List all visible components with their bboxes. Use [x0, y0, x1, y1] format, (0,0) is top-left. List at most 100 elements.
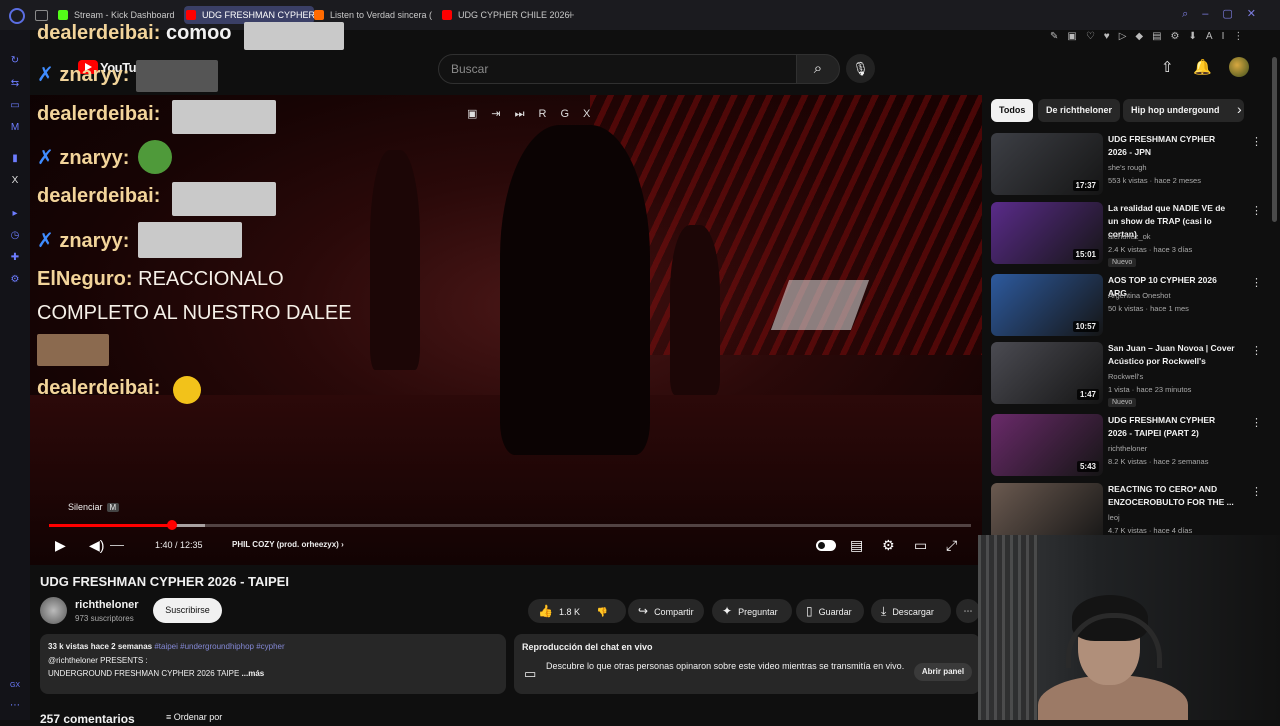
recommendation-item[interactable]: 10:57 AOS TOP 10 CYPHER 2026 ARG Argenti… — [991, 274, 1262, 338]
video-player[interactable] — [30, 95, 982, 565]
recommendation-channel[interactable]: alenunez_ok — [1108, 232, 1151, 241]
miniplayer-icon[interactable]: ▭ — [914, 537, 927, 554]
tab-udg-cypher-chile[interactable]: UDG CYPHER CHILE 2026 — [440, 6, 578, 24]
more-options-icon[interactable]: ⋮ — [1251, 204, 1262, 217]
recommendation-channel[interactable]: leoj — [1108, 513, 1120, 522]
more-options-icon[interactable]: ⋮ — [1251, 276, 1262, 289]
description-line: @richtheloner PRESENTS : — [48, 656, 148, 665]
recommendation-meta: 8.2 K vistas · hace 2 semanas — [1108, 457, 1209, 466]
like-count[interactable]: 1.8 K — [559, 607, 580, 617]
recommendation-item[interactable]: 5:43 UDG FRESHMAN CYPHER 2026 - TAIPEI (… — [991, 414, 1262, 478]
mail-icon[interactable]: M — [9, 122, 21, 134]
subtitles-icon[interactable]: ▤ — [850, 537, 863, 554]
history-icon[interactable]: ◷ — [9, 230, 21, 242]
voice-search-button[interactable]: 🎙 — [846, 54, 875, 83]
more-options-icon[interactable]: ⋮ — [1251, 416, 1262, 429]
upload-icon[interactable]: ⇧ — [1161, 58, 1174, 76]
volume-slider[interactable]: — — [110, 536, 124, 552]
open-panel-button[interactable]: Abrir panel — [914, 663, 972, 681]
workspaces-icon[interactable] — [35, 10, 48, 21]
comment-count: 257 comentarios — [40, 712, 135, 726]
subscribe-button[interactable]: Suscribirse — [153, 598, 222, 623]
overlay-chat-line: ✗ znaryy: — [37, 147, 130, 169]
download-button[interactable]: ⤓ Descargar — [871, 599, 951, 623]
settings-icon[interactable]: ⚙ — [9, 274, 21, 286]
recommendation-item[interactable]: 17:37 UDG FRESHMAN CYPHER 2026 - JPN she… — [991, 133, 1262, 197]
hashtags[interactable]: #taipei #undergroundhiphop #cypher — [154, 642, 284, 651]
video-thumbnail[interactable]: 1:47 — [991, 342, 1103, 404]
autoplay-toggle[interactable] — [816, 540, 836, 551]
more-options-icon[interactable]: ⋮ — [1251, 344, 1262, 357]
account-avatar[interactable] — [1229, 57, 1249, 77]
recommendation-item[interactable]: 1:47 San Juan – Juan Novoa | Cover Acúst… — [991, 342, 1262, 407]
ask-button[interactable]: ✦ Preguntar — [712, 599, 792, 623]
like-icon[interactable]: 👍 — [538, 604, 553, 618]
recommendation-title[interactable]: San Juan – Juan Novoa | Cover Acústico p… — [1108, 342, 1236, 368]
search-input[interactable] — [449, 61, 783, 77]
browser-logo-icon[interactable] — [9, 8, 25, 24]
save-button[interactable]: ▯ Guardar — [796, 599, 864, 623]
play-icon[interactable]: ▸ — [9, 208, 21, 220]
more-actions-button[interactable]: ⋯ — [956, 599, 980, 623]
dislike-icon[interactable]: 👎 — [596, 607, 607, 617]
channel-name[interactable]: richtheloner — [75, 599, 139, 611]
chevron-right-icon[interactable]: › — [1237, 101, 1242, 117]
refresh-icon[interactable]: ↻ — [9, 55, 21, 67]
recommendation-channel[interactable]: Rockwell's — [1108, 372, 1143, 381]
tooltip-shortcut: M — [106, 503, 120, 512]
video-thumbnail[interactable]: 10:57 — [991, 274, 1103, 336]
new-tab-icon[interactable]: + — [567, 7, 575, 22]
video-thumbnail[interactable]: 5:43 — [991, 414, 1103, 476]
search-box[interactable] — [438, 54, 798, 84]
share-button[interactable]: ↪ Compartir — [628, 599, 704, 623]
view-count: 33 k vistas — [48, 642, 89, 651]
recommendation-channel[interactable]: richtheloner — [1108, 444, 1147, 453]
show-more-link[interactable]: ...más — [242, 669, 265, 678]
gx-icon[interactable]: GX — [9, 680, 21, 692]
recommendation-title[interactable]: UDG FRESHMAN CYPHER 2026 - JPN — [1108, 133, 1236, 159]
search-button[interactable]: ⌕ — [796, 54, 840, 84]
overlay-chat-line: dealerdeibai: — [37, 185, 161, 207]
sort-comments-button[interactable]: ≡ Ordenar por — [166, 712, 222, 722]
twitch-icon[interactable]: ▮ — [9, 153, 21, 165]
chip-from-channel[interactable]: De richtheloner — [1038, 99, 1121, 122]
x-icon[interactable]: X — [9, 175, 21, 187]
fullscreen-icon[interactable]: ⤢ — [946, 537, 957, 554]
window-controls[interactable]: ⌕–▢✕ — [1182, 7, 1270, 21]
puzzle-icon[interactable]: ✚ — [9, 252, 21, 264]
recommendation-channel[interactable]: Argentina Oneshot — [1108, 291, 1171, 300]
live-chat-replay-panel: Reproducción del chat en vivo ▭ Descubre… — [514, 634, 980, 694]
volume-icon[interactable]: ◀) — [89, 537, 104, 554]
settings-gear-icon[interactable]: ⚙ — [882, 537, 895, 554]
more-icon[interactable]: ⋯ — [9, 700, 21, 712]
recommendation-meta: 2.4 K vistas · hace 3 días — [1108, 245, 1193, 254]
page-scrollbar[interactable] — [1272, 57, 1277, 222]
recommendation-item[interactable]: 15:01 La realidad que NADIE VE de un sho… — [991, 202, 1262, 267]
description-box[interactable]: 33 k vistas hace 2 semanas #taipei #unde… — [40, 634, 506, 694]
chat-emote — [172, 100, 276, 134]
microphone-icon: 🎙 — [852, 61, 869, 76]
channel-avatar[interactable] — [40, 597, 67, 624]
video-thumbnail[interactable]: 17:37 — [991, 133, 1103, 195]
bookmark-icon: ▯ — [806, 604, 813, 618]
chip-hip-hop[interactable]: Hip hop undergound — [1123, 99, 1244, 122]
description-meta: 33 k vistas hace 2 semanas #taipei #unde… — [48, 642, 285, 651]
play-button-icon[interactable]: ▶ — [55, 537, 66, 554]
more-options-icon[interactable]: ⋮ — [1251, 485, 1262, 498]
more-options-icon[interactable]: ⋮ — [1251, 135, 1262, 148]
chapter-button[interactable]: PHIL COZY (prod. orheezyx) › — [232, 540, 344, 549]
chip-all[interactable]: Todos — [991, 99, 1034, 122]
chat-icon[interactable]: ▭ — [9, 100, 21, 112]
share-icon: ↪ — [638, 604, 649, 618]
recommendation-channel[interactable]: she's rough — [1108, 163, 1147, 172]
recommendation-title[interactable]: REACTING TO CERO* AND ENZOCEROBULTO FOR … — [1108, 483, 1236, 509]
progress-scrubber-handle[interactable] — [166, 520, 177, 530]
notifications-bell-icon[interactable]: 🔔 — [1193, 58, 1212, 76]
translate-icon[interactable]: ⇆ — [9, 78, 21, 90]
live-chat-title: Reproducción del chat en vivo — [522, 642, 653, 652]
duration-badge: 15:01 — [1072, 249, 1099, 260]
video-thumbnail[interactable]: 15:01 — [991, 202, 1103, 264]
extensions-toolbar[interactable]: ✎▣♡♥▷◆▤⚙⬇AI⋮ — [1050, 31, 1280, 45]
recommendation-title[interactable]: UDG FRESHMAN CYPHER 2026 - TAIPEI (PART … — [1108, 414, 1236, 440]
player-top-controls[interactable]: ▣⇥⏭RGX — [467, 107, 604, 121]
